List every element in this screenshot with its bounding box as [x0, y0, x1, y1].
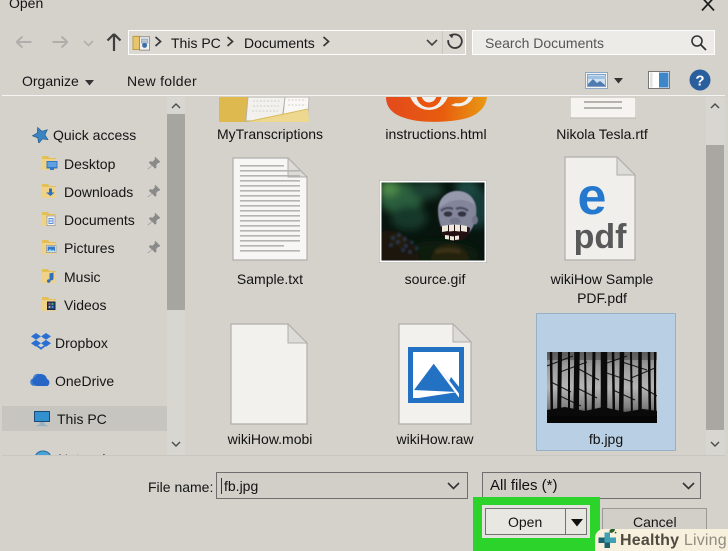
svg-text:?: ? [695, 73, 704, 90]
svg-text:pdf: pdf [574, 218, 628, 256]
